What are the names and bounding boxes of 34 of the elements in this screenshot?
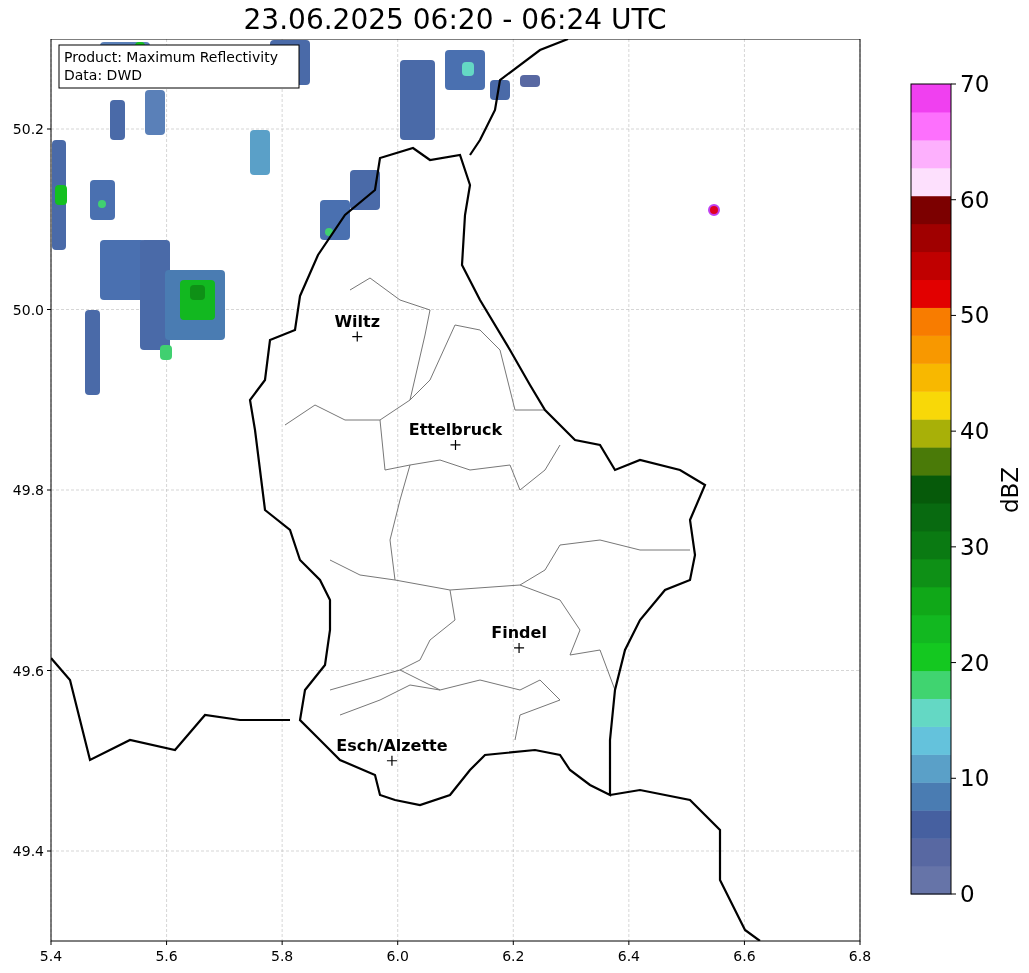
scale-tick-label: 0 (960, 881, 975, 907)
y-tick-label: 50.0 (12, 301, 44, 318)
scale-tick-label: 20 (960, 649, 990, 676)
x-tick-label: 6.0 (386, 948, 409, 964)
x-tick-label: 5.4 (39, 948, 63, 964)
x-tick-label: 6.2 (502, 948, 525, 964)
x-tick-label: 5.6 (155, 948, 178, 964)
storm-cell-icon (708, 204, 720, 216)
x-tick-label: 6.8 (848, 948, 872, 964)
chart-title: 23.06.2025 06:20 - 06:24 UTC (243, 2, 667, 37)
scale-tick-label: 30 (960, 533, 990, 560)
place-label: Wiltz (334, 311, 381, 331)
place-marker-icon (351, 330, 363, 343)
scale-tick-label: 60 (960, 186, 990, 213)
info-text: Product: Maximum Reflectivity (64, 49, 278, 65)
x-tick-label: 5.8 (271, 948, 294, 964)
y-tick-label: 49.6 (12, 662, 44, 679)
scale-axis-label: dBZ (997, 466, 1023, 514)
y-tick-label: 50.2 (12, 121, 44, 137)
y-tick-label: 49.8 (12, 482, 44, 498)
x-tick-label: 6.4 (617, 948, 640, 964)
place-marker-icon (386, 755, 398, 767)
scale-tick-label: 10 (960, 765, 990, 792)
y-tick-label: 49.4 (12, 843, 44, 859)
x-tick-label: 6.6 (733, 948, 756, 964)
scale-tick-label: 40 (960, 418, 990, 445)
place-marker-icon (449, 439, 462, 451)
place-label: Findel (491, 622, 547, 642)
scale-tick-label: 70 (960, 71, 990, 97)
place-label: Ettelbruck (408, 419, 503, 439)
scale-tick-label: 50 (960, 302, 990, 329)
info-text: Data: DWD (64, 67, 142, 83)
place-marker-icon (513, 642, 525, 654)
place-label: Esch/Alzette (336, 735, 448, 755)
